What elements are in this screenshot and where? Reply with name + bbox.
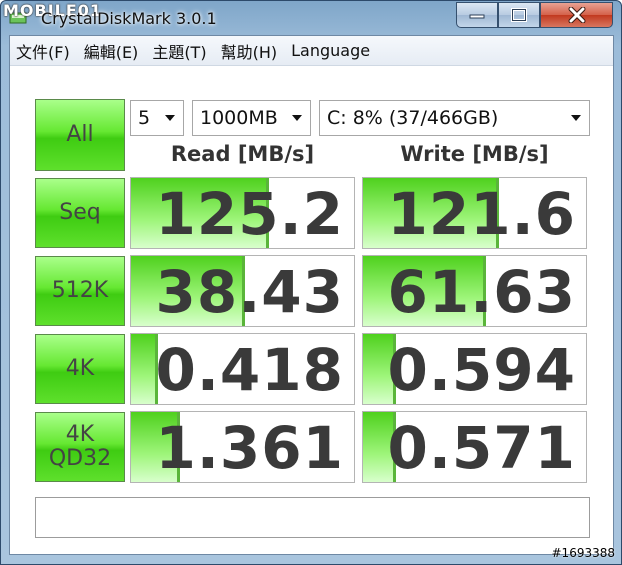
seq-read-value: 125.2 [155, 180, 344, 248]
chevron-down-icon [571, 115, 581, 121]
minimize-button[interactable] [456, 2, 498, 28]
close-button[interactable] [540, 2, 613, 28]
run-512k-button[interactable]: 512K [35, 256, 125, 326]
test-count-select[interactable]: 5 [130, 100, 184, 136]
4k-qd32-write-cell: 0.571 [362, 411, 587, 483]
comment-field[interactable] [35, 497, 590, 538]
menu-edit[interactable]: 編輯(E) [84, 39, 139, 63]
app-window: MOBILE01 CrystalDiskMark 3.0.1 文件(F) 編輯(… [0, 0, 622, 565]
drive-value: C: 8% (37/466GB) [327, 107, 499, 129]
test-count-value: 5 [138, 107, 151, 129]
maximize-icon [511, 8, 527, 22]
4k-read-value: 0.418 [155, 336, 344, 404]
test-size-value: 1000MB [200, 107, 278, 129]
4k-write-value: 0.594 [387, 336, 576, 404]
chevron-down-icon [165, 115, 175, 121]
serial-watermark: #1693388 [551, 546, 616, 560]
menu-language[interactable]: Language [291, 41, 370, 60]
4k-read-bar [131, 334, 158, 404]
seq-read-cell: 125.2 [130, 177, 355, 249]
4k-read-cell: 0.418 [130, 333, 355, 405]
run-4k-button[interactable]: 4K [35, 334, 125, 404]
seq-write-cell: 121.6 [362, 177, 587, 249]
drive-select[interactable]: C: 8% (37/466GB) [319, 100, 590, 136]
menu-help[interactable]: 幫助(H) [221, 39, 278, 63]
menu-bar: 文件(F) 編輯(E) 主題(T) 幫助(H) Language [10, 36, 613, 66]
chevron-down-icon [292, 115, 302, 121]
512k-write-value: 61.63 [387, 258, 576, 326]
4k-qd32-read-cell: 1.361 [130, 411, 355, 483]
maximize-button[interactable] [498, 2, 540, 28]
menu-theme[interactable]: 主題(T) [152, 39, 206, 63]
4k-write-cell: 0.594 [362, 333, 587, 405]
close-icon [568, 7, 585, 23]
read-header: Read [MB/s] [170, 142, 315, 166]
seq-write-value: 121.6 [387, 180, 576, 248]
write-header: Write [MB/s] [400, 142, 549, 166]
4k-qd32-read-value: 1.361 [155, 414, 344, 482]
512k-read-cell: 38.43 [130, 255, 355, 327]
run-all-button[interactable]: All [35, 99, 125, 171]
minimize-icon [469, 14, 485, 19]
512k-read-value: 38.43 [155, 258, 344, 326]
title-bar[interactable]: MOBILE01 CrystalDiskMark 3.0.1 [1, 1, 621, 35]
run-seq-button[interactable]: Seq [35, 178, 125, 248]
4k-qd32-write-value: 0.571 [387, 414, 576, 482]
test-size-select[interactable]: 1000MB [192, 100, 311, 136]
menu-file[interactable]: 文件(F) [16, 39, 70, 63]
window-title: CrystalDiskMark 3.0.1 [41, 9, 217, 28]
512k-write-cell: 61.63 [362, 255, 587, 327]
run-4k-qd32-button[interactable]: 4K QD32 [35, 412, 125, 482]
